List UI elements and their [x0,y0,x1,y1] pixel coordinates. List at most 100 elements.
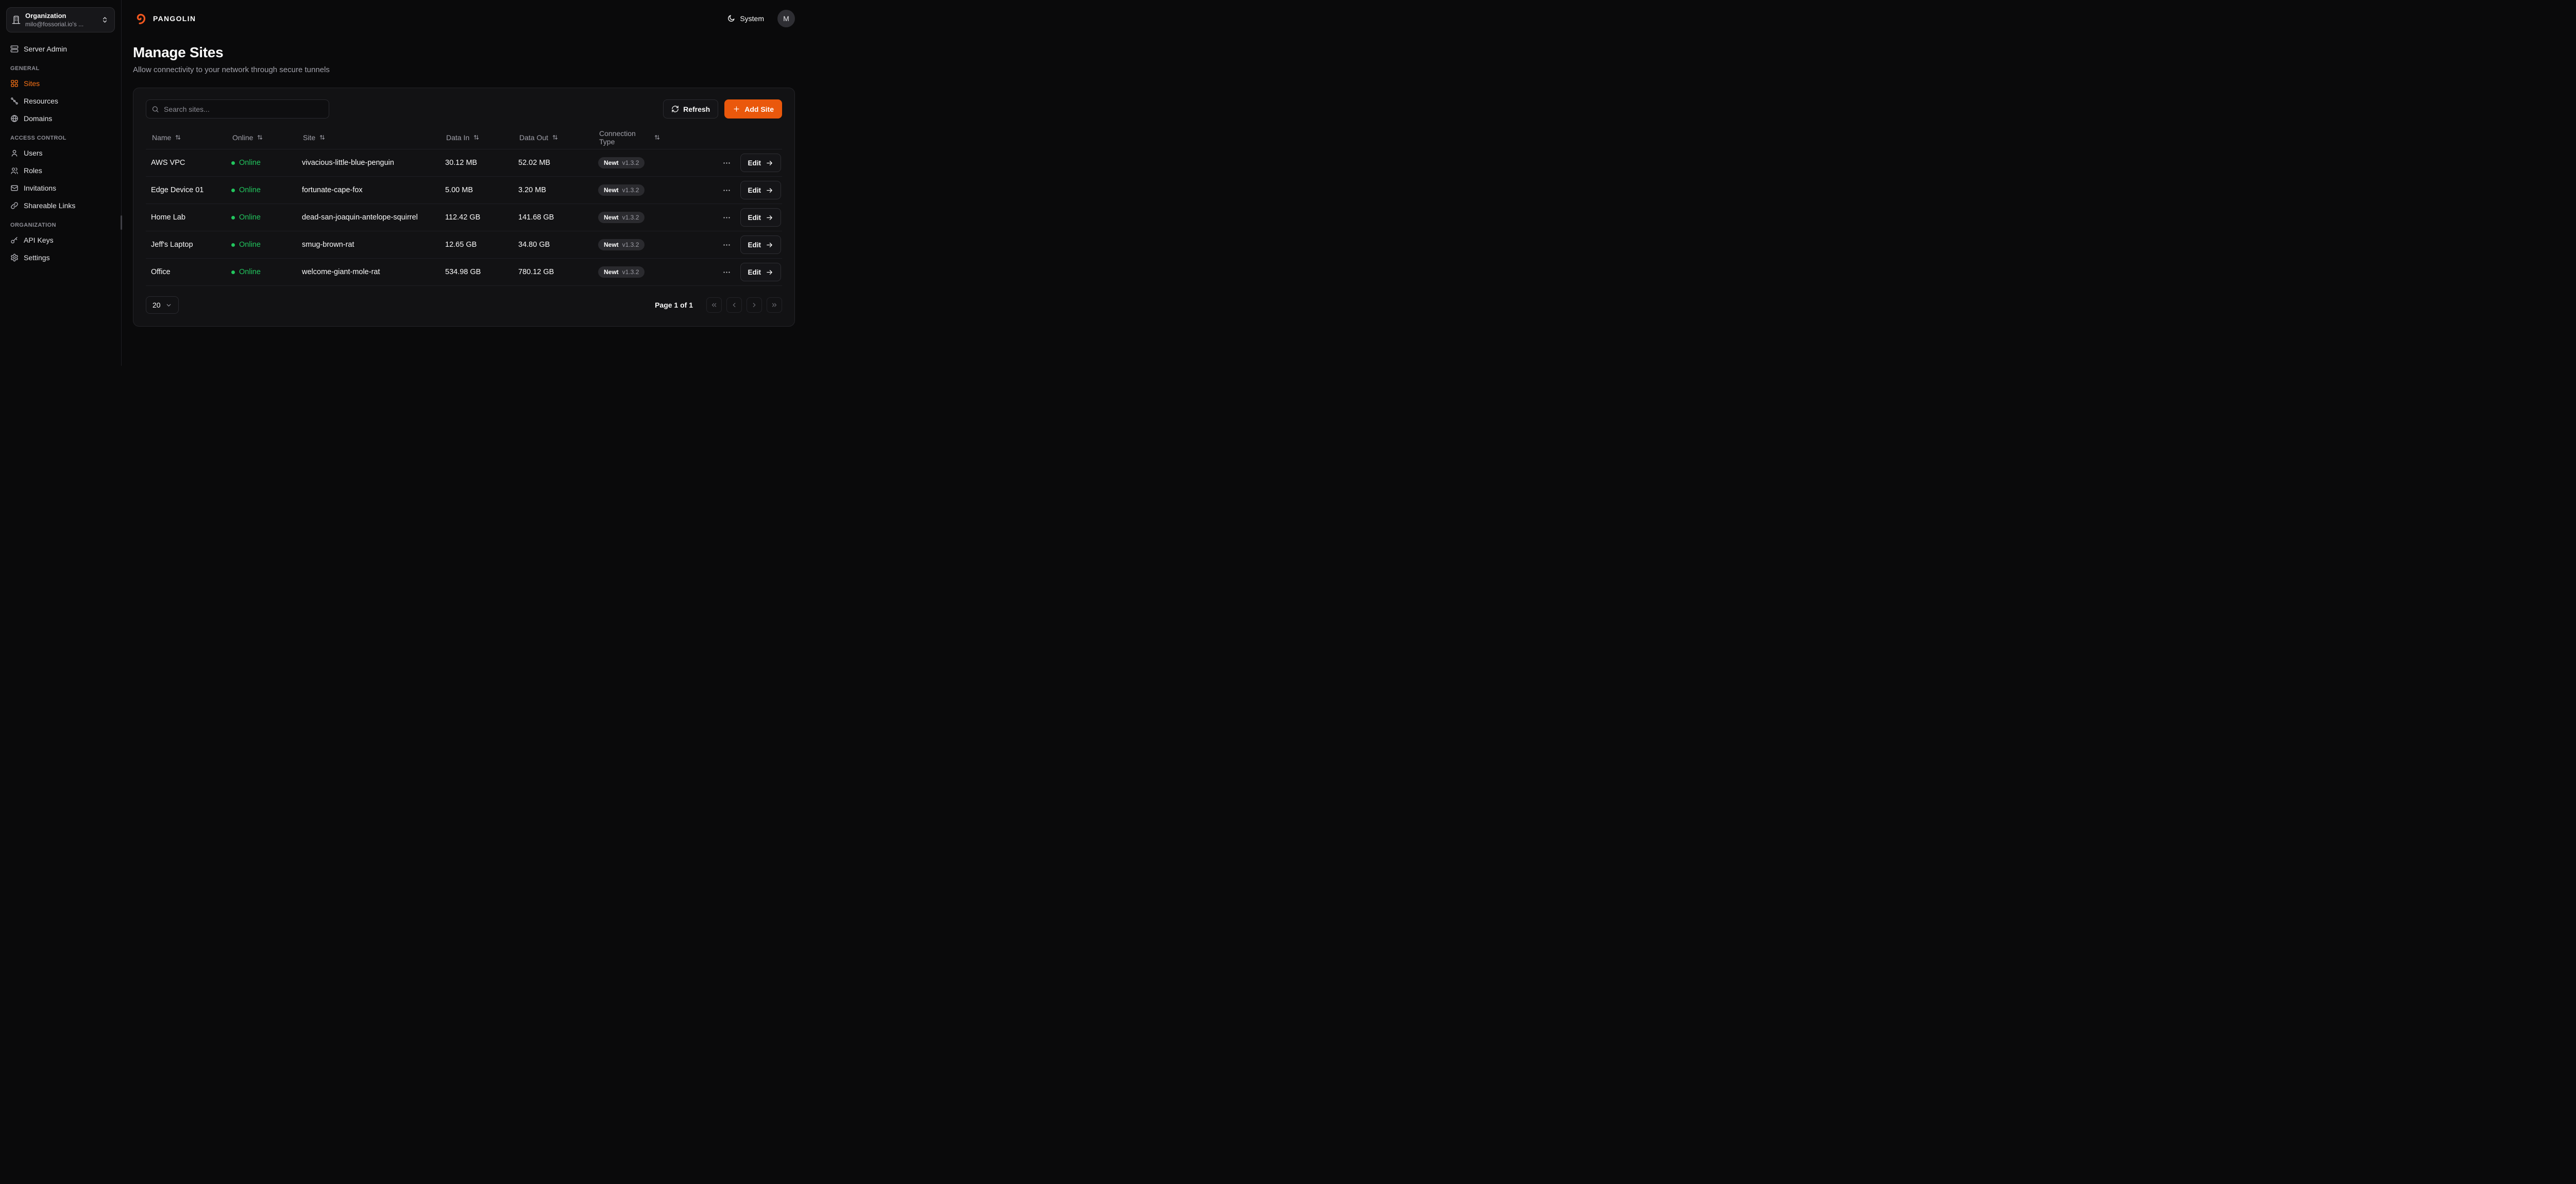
sidebar-item-settings[interactable]: Settings [6,249,115,266]
brand[interactable]: PANGOLIN [133,11,196,26]
connection-type-cell: Newt v1.3.2 [593,266,660,278]
site-name: Jeff's Laptop [146,241,226,249]
chevron-down-icon [165,302,172,309]
sidebar-item-api-keys[interactable]: API Keys [6,232,115,248]
topbar-right: System M [727,10,795,27]
refresh-label: Refresh [683,105,710,113]
sidebar-section-general: GENERAL [10,65,111,72]
sidebar-item-label: Resources [24,97,58,105]
edit-button[interactable]: Edit [740,208,782,227]
connection-type-cell: Newt v1.3.2 [593,157,660,168]
sidebar-scrollbar-thumb[interactable] [121,215,122,230]
site-slug: dead-san-joaquin-antelope-squirrel [297,213,440,222]
site-name: Edge Device 01 [146,186,226,194]
row-menu-button[interactable] [722,268,731,277]
sort-icon [257,134,263,141]
arrow-right-icon [766,241,773,249]
row-menu-button[interactable] [722,159,731,167]
client-name: Newt [604,241,619,248]
page-size-select[interactable]: 20 [146,296,179,314]
first-page-button[interactable] [706,297,722,313]
ellipsis-icon [722,268,731,277]
sidebar-item-invitations[interactable]: Invitations [6,180,115,196]
org-subtitle: milo@fossorial.io's ... [25,21,96,28]
column-label: Connection Type [599,129,650,146]
sort-icon [319,134,326,141]
row-menu-button[interactable] [722,213,731,222]
column-header-name[interactable]: Name [146,133,226,142]
online-dot [231,216,235,219]
theme-toggle-button[interactable]: System [727,14,764,23]
edit-button[interactable]: Edit [740,154,782,172]
data-in-value: 30.12 MB [440,159,513,167]
column-header-online[interactable]: Online [226,133,297,142]
table-row: AWS VPC Online vivacious-little-blue-pen… [146,149,782,177]
key-icon [10,236,19,244]
sites-card: Refresh Add Site Name Online [133,88,795,327]
edit-button[interactable]: Edit [740,181,782,199]
connection-type-badge: Newt v1.3.2 [598,266,645,278]
client-version: v1.3.2 [622,241,639,248]
table-row: Jeff's Laptop Online smug-brown-rat 12.6… [146,231,782,259]
online-status: Online [226,268,297,276]
edit-button[interactable]: Edit [740,263,782,281]
edit-button[interactable]: Edit [740,235,782,254]
sidebar-item-sites[interactable]: Sites [6,75,115,92]
row-menu-button[interactable] [722,241,731,249]
connection-type-cell: Newt v1.3.2 [593,212,660,223]
column-header-data-out[interactable]: Data Out [513,133,593,142]
sidebar-item-label: API Keys [24,236,54,244]
sidebar-item-label: Shareable Links [24,201,75,210]
online-dot [231,161,235,165]
chevron-right-icon [751,301,758,309]
sidebar-item-roles[interactable]: Roles [6,162,115,179]
users-icon [10,166,19,175]
refresh-button[interactable]: Refresh [663,99,718,119]
previous-page-button[interactable] [726,297,742,313]
add-site-label: Add Site [744,105,774,113]
online-dot [231,243,235,247]
column-header-data-in[interactable]: Data In [440,133,513,142]
arrow-right-icon [766,159,773,167]
client-version: v1.3.2 [622,159,639,166]
edit-label: Edit [748,214,761,222]
online-label: Online [239,186,261,194]
building-icon [12,15,21,24]
search-input[interactable] [146,99,329,119]
page-size-value: 20 [152,301,161,309]
org-selector[interactable]: Organization milo@fossorial.io's ... [6,7,115,32]
edit-label: Edit [748,268,761,276]
org-text: Organization milo@fossorial.io's ... [25,12,96,28]
add-site-button[interactable]: Add Site [724,99,782,119]
chevrons-up-down-icon [100,15,109,24]
sidebar-item-resources[interactable]: Resources [6,93,115,109]
connection-type-cell: Newt v1.3.2 [593,239,660,250]
column-header-connection-type[interactable]: Connection Type [593,129,660,146]
page-subtitle: Allow connectivity to your network throu… [133,65,795,74]
sidebar-item-shareable-links[interactable]: Shareable Links [6,197,115,214]
data-out-value: 34.80 GB [513,241,593,249]
data-in-value: 534.98 GB [440,268,513,276]
ellipsis-icon [722,159,731,167]
edit-label: Edit [748,241,761,249]
row-menu-button[interactable] [722,186,731,195]
site-slug: smug-brown-rat [297,241,440,249]
sort-icon [175,134,181,141]
sidebar-item-label: Sites [24,79,40,88]
column-label: Data Out [519,133,548,142]
server-icon [10,45,19,53]
waypoints-icon [10,97,19,105]
column-label: Name [152,133,171,142]
sidebar-item-users[interactable]: Users [6,145,115,161]
last-page-button[interactable] [767,297,782,313]
online-status: Online [226,241,297,249]
sidebar-item-domains[interactable]: Domains [6,110,115,127]
site-slug: vivacious-little-blue-penguin [297,159,440,167]
next-page-button[interactable] [747,297,762,313]
sort-icon [473,134,480,141]
avatar[interactable]: M [777,10,795,27]
column-header-site[interactable]: Site [297,133,440,142]
sidebar-item-server-admin[interactable]: Server Admin [6,41,115,57]
client-version: v1.3.2 [622,214,639,221]
org-title: Organization [25,12,96,20]
